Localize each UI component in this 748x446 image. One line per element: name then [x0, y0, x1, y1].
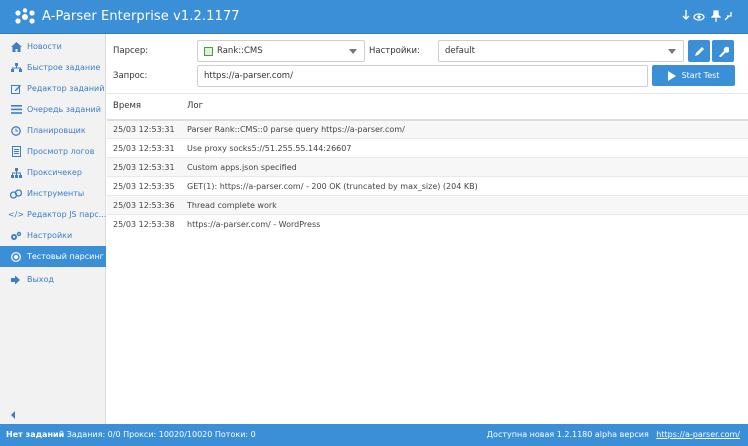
tools-icon	[10, 188, 22, 200]
log-message: Thread complete work	[181, 195, 748, 215]
app-logo-icon	[15, 8, 35, 24]
wrench-icon	[718, 46, 729, 57]
sidebar-item-label: Тестовый парсинг	[27, 252, 104, 261]
download-icon[interactable]	[682, 10, 690, 26]
target-icon	[10, 251, 22, 263]
column-header-log: Лог	[181, 93, 748, 121]
log-time: 25/03 12:53:35	[107, 176, 181, 196]
sidebar-item-label: Очередь заданий	[27, 105, 101, 114]
log-header-row: Время Лог	[107, 93, 748, 121]
sidebar-item-label: Быстрое задание	[27, 63, 101, 72]
table-row: 25/03 12:53:31 Custom apps.json specifie…	[107, 157, 748, 177]
status-bar: Нет заданий Задания: 0/0 Прокси: 10020/1…	[0, 424, 748, 446]
table-row: 25/03 12:53:31 Parser Rank::CMS::0 parse…	[107, 119, 748, 139]
sidebar-item-tools[interactable]: Инструменты	[0, 183, 106, 204]
parser-type-icon	[204, 46, 213, 56]
eye-icon[interactable]	[693, 10, 705, 26]
settings-label: Настройки:	[369, 46, 420, 56]
start-test-label: Start Test	[681, 71, 720, 80]
parser-select-value: Rank::CMS	[217, 46, 263, 56]
sidebar-item-scheduler[interactable]: Планировщик	[0, 120, 106, 141]
sidebar-item-logout[interactable]: Выход	[0, 269, 106, 290]
table-row: 25/03 12:53:36 Thread complete work	[107, 195, 748, 215]
settings-select[interactable]: default	[438, 40, 684, 62]
chevron-down-icon	[349, 49, 357, 54]
update-notice: Доступна новая 1.2.1180 alpha версия htt…	[487, 430, 740, 439]
clock-icon	[10, 125, 22, 137]
sidebar-item-settings[interactable]: Настройки	[0, 225, 106, 246]
query-label: Запрос:	[113, 71, 148, 81]
list-icon	[10, 104, 22, 116]
table-row: 25/03 12:53:31 Use proxy socks5://51.255…	[107, 138, 748, 158]
play-icon	[667, 70, 676, 81]
sidebar-item-label: Выход	[27, 275, 54, 284]
log-message: Parser Rank::CMS::0 parse query https://…	[181, 119, 748, 139]
log-message: https://a-parser.com/ - WordPress	[181, 214, 748, 234]
log-message: GET(1): https://a-parser.com/ - 200 OK (…	[181, 176, 748, 196]
table-row: 25/03 12:53:35 GET(1): https://a-parser.…	[107, 176, 748, 196]
code-icon: </>	[7, 210, 25, 219]
title-bar: A-Parser Enterprise v1.2.1177	[0, 0, 748, 34]
test-parsing-panel: Парсер: Rank::CMS Настройки: default Зап…	[107, 34, 748, 424]
sidebar-item-log-viewer[interactable]: Просмотр логов	[0, 141, 106, 162]
pin-icon[interactable]	[710, 10, 722, 26]
update-text: Доступна новая 1.2.1180 alpha версия	[486, 430, 649, 439]
edit-icon	[10, 83, 22, 95]
start-test-button[interactable]: Start Test	[652, 65, 735, 86]
status-details: Задания: 0/0 Прокси: 10020/10020 Потоки:…	[66, 430, 256, 439]
column-header-time: Время	[107, 93, 181, 121]
sitemap-icon	[10, 62, 22, 74]
sidebar-item-label: Редактор заданий	[27, 84, 105, 93]
sidebar-item-label: Редактор JS парс...	[27, 210, 106, 219]
sidebar-item-label: Новости	[27, 42, 62, 51]
sidebar-item-task-queue[interactable]: Очередь заданий	[0, 99, 106, 120]
chevron-down-icon	[668, 49, 676, 54]
sidebar: Новости Быстрое задание Редактор заданий…	[0, 34, 106, 424]
sidebar-item-label: Просмотр логов	[27, 147, 95, 156]
home-icon	[10, 41, 22, 53]
minimize-icon[interactable]	[723, 10, 735, 26]
log-time: 25/03 12:53:38	[107, 214, 181, 234]
status-summary: Нет заданий Задания: 0/0 Прокси: 10020/1…	[6, 430, 256, 439]
log-message: Use proxy socks5://51.255.55.144:26607	[181, 138, 748, 158]
collapse-sidebar-icon[interactable]	[8, 409, 18, 421]
query-input[interactable]: https://a-parser.com/	[197, 65, 648, 87]
log-time: 25/03 12:53:31	[107, 157, 181, 177]
app-title: A-Parser Enterprise v1.2.1177	[42, 9, 240, 24]
sidebar-item-label: Проксичекер	[27, 168, 82, 177]
no-tasks-label: Нет заданий	[6, 430, 65, 439]
network-icon	[10, 167, 22, 179]
file-icon	[10, 146, 22, 158]
gears-icon	[10, 230, 22, 242]
sidebar-item-task-editor[interactable]: Редактор заданий	[0, 78, 106, 99]
sidebar-item-news[interactable]: Новости	[0, 36, 106, 57]
query-input-value: https://a-parser.com/	[204, 71, 293, 81]
parser-label: Парсер:	[113, 46, 149, 56]
log-message: Custom apps.json specified	[181, 157, 748, 177]
sidebar-item-proxy-checker[interactable]: Проксичекер	[0, 162, 106, 183]
sidebar-item-js-editor[interactable]: </> Редактор JS парс...	[0, 204, 106, 225]
sidebar-item-test-parsing[interactable]: Тестовый парсинг	[0, 246, 106, 267]
table-row: 25/03 12:53:38 https://a-parser.com/ - W…	[107, 214, 748, 234]
parser-select[interactable]: Rank::CMS	[197, 40, 365, 62]
sidebar-item-label: Планировщик	[27, 126, 86, 135]
sign-out-icon	[10, 274, 22, 286]
settings-select-value: default	[445, 46, 475, 56]
log-time: 25/03 12:53:36	[107, 195, 181, 215]
edit-settings-button[interactable]	[688, 40, 710, 62]
sidebar-item-label: Настройки	[27, 231, 73, 240]
sidebar-item-quick-task[interactable]: Быстрое задание	[0, 57, 106, 78]
update-link[interactable]: https://a-parser.com/	[656, 430, 740, 439]
settings-tools-button[interactable]	[712, 40, 734, 62]
log-time: 25/03 12:53:31	[107, 119, 181, 139]
sidebar-item-label: Инструменты	[27, 189, 85, 198]
log-time: 25/03 12:53:31	[107, 138, 181, 158]
log-table: Время Лог 25/03 12:53:31 Parser Rank::CM…	[107, 93, 748, 234]
pencil-icon	[694, 46, 704, 56]
